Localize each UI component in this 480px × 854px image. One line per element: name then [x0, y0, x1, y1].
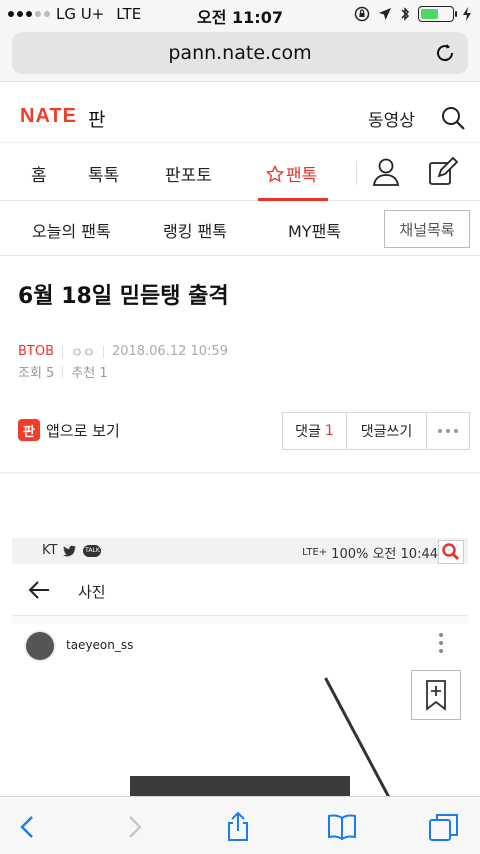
browser-chrome: pann.nate.com: [0, 28, 480, 82]
article-actions: 댓글 1 댓글쓰기: [282, 412, 470, 450]
sub-today-fantalk[interactable]: 오늘의 팬톡: [32, 218, 111, 242]
bluetooth-icon: [401, 7, 410, 21]
article-views: 조회 5: [18, 366, 55, 381]
article-likes: 추천 1: [71, 366, 108, 381]
url-text: pann.nate.com: [168, 42, 312, 64]
embedded-status-bar: KT TALK LTE+ 100% 오전 10:44: [12, 538, 468, 564]
more-button[interactable]: [427, 413, 469, 449]
tab-fantalk[interactable]: 팬톡: [266, 161, 317, 186]
bookmarks-icon[interactable]: [326, 811, 358, 843]
kakaotalk-icon: TALK: [83, 544, 102, 557]
meta-separator: [102, 345, 104, 358]
address-bar[interactable]: pann.nate.com: [12, 32, 468, 74]
status-bar: LG U+ LTE 오전 11:07: [0, 0, 480, 28]
sub-my-fantalk[interactable]: MY팬톡: [288, 218, 341, 242]
tab-fantalk-label: 팬톡: [286, 166, 318, 186]
article-image: KT TALK LTE+ 100% 오전 10:44 사진 taeyeon_ss: [12, 538, 468, 796]
pann-app-icon: 판: [18, 419, 40, 441]
charging-icon: [463, 7, 471, 21]
pann-logo-text[interactable]: 판: [88, 105, 105, 132]
channel-list-button[interactable]: 채널목록: [384, 210, 470, 248]
bookmark-button[interactable]: [411, 670, 461, 720]
tabs-icon[interactable]: [428, 811, 460, 843]
sub-nav: 오늘의 팬톡 랭킹 팬톡 MY팬톡 채널목록: [0, 202, 480, 256]
article-category[interactable]: BTOB: [18, 344, 54, 359]
main-nav: 홈 톡톡 판포토 팬톡: [0, 143, 480, 201]
embedded-carrier: KT: [42, 543, 58, 558]
tab-home[interactable]: 홈: [31, 161, 47, 186]
embedded-username: taeyeon_ss: [66, 638, 134, 652]
article-meta: BTOB ㅇㅇ 2018.06.12 10:59: [18, 342, 228, 361]
avatar: [24, 630, 56, 662]
back-arrow-icon: [28, 581, 49, 599]
twitter-icon: [63, 545, 77, 556]
open-in-app-label: 앱으로 보기: [46, 421, 120, 440]
open-in-app-link[interactable]: 판 앱으로 보기: [18, 419, 120, 441]
video-link[interactable]: 동영상: [368, 106, 415, 131]
embedded-status-right: 100% 오전 10:44: [331, 547, 438, 562]
tab-pannphoto[interactable]: 판포토: [165, 161, 212, 186]
comments-label: 댓글: [295, 424, 321, 440]
comments-count: 1: [324, 423, 334, 439]
embedded-header: 사진: [12, 564, 468, 616]
meta-separator: [62, 365, 64, 378]
comments-button[interactable]: 댓글 1: [283, 413, 347, 449]
meta-separator: [62, 345, 64, 358]
article-author: ㅇㅇ: [71, 346, 95, 361]
article-date: 2018.06.12 10:59: [111, 344, 228, 359]
content-divider: [0, 472, 480, 474]
share-icon[interactable]: [222, 811, 254, 843]
tab-toktok[interactable]: 톡톡: [88, 161, 119, 186]
write-comment-button[interactable]: 댓글쓰기: [347, 413, 427, 449]
article-title: 6월 18일 믿듣탱 출격: [18, 284, 229, 309]
embedded-network: LTE+: [302, 547, 328, 558]
star-icon: [266, 164, 284, 182]
article-stats: 조회 5 추천 1: [18, 362, 108, 381]
write-icon[interactable]: [428, 157, 458, 187]
embedded-photo: [12, 677, 468, 796]
sub-ranking-fantalk[interactable]: 랭킹 팬톡: [163, 218, 227, 242]
status-right: [354, 6, 472, 22]
nav-divider: [356, 161, 357, 185]
site-header: NATE 판 동영상: [0, 93, 480, 143]
back-icon[interactable]: [12, 811, 44, 843]
location-arrow-icon: [379, 8, 391, 20]
forward-icon[interactable]: [118, 811, 150, 843]
orientation-lock-icon: [354, 6, 370, 22]
search-icon[interactable]: [440, 105, 466, 131]
battery-icon: [418, 6, 457, 22]
embedded-post-header: taeyeon_ss: [12, 624, 468, 678]
more-dots-icon: [438, 429, 458, 433]
vertical-dots-icon: [439, 633, 443, 653]
embedded-title: 사진: [78, 583, 106, 601]
reload-icon[interactable]: [432, 40, 458, 66]
user-icon[interactable]: [372, 157, 400, 187]
nate-logo[interactable]: NATE: [20, 105, 77, 128]
active-tab-indicator: [258, 198, 328, 201]
bookmark-add-icon: [426, 680, 446, 711]
magnifier-overlay: [438, 540, 464, 564]
browser-toolbar: [0, 796, 480, 854]
search-icon: [442, 543, 460, 561]
